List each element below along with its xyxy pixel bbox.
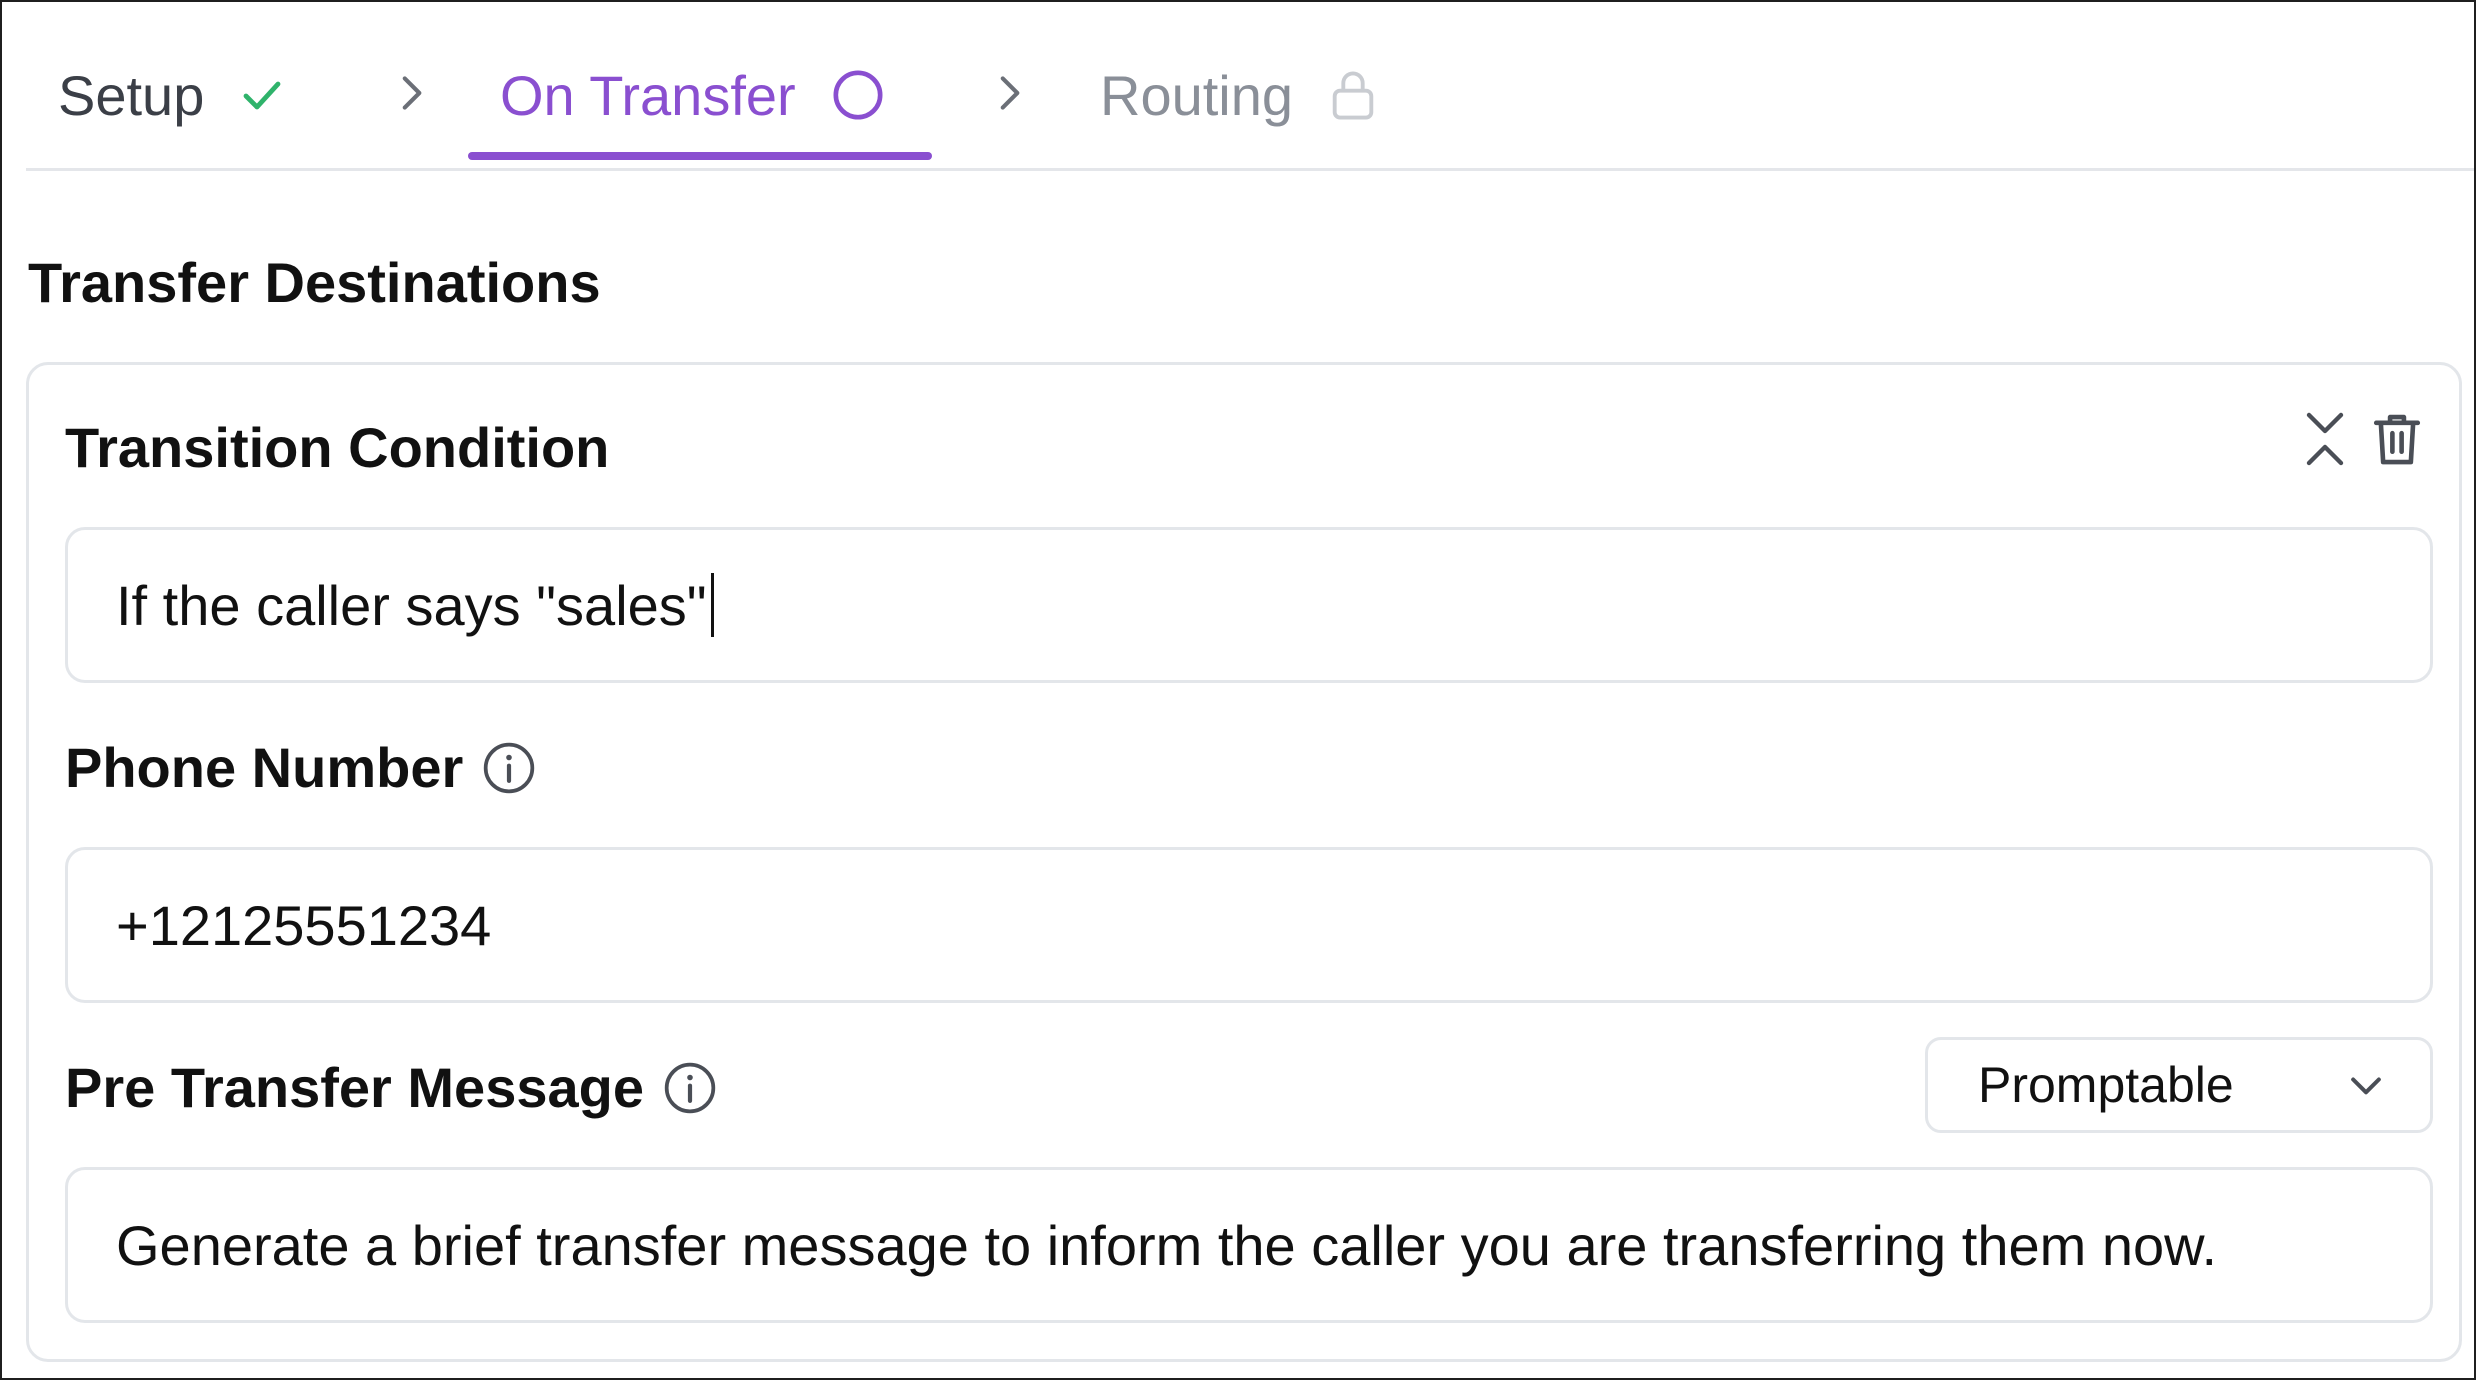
stepper: Setup On Transfer Routing	[26, 2, 2474, 171]
phone-number-label-text: Phone Number	[65, 736, 464, 799]
transfer-settings-panel: Setup On Transfer Routing Transfer Desti…	[0, 0, 2476, 1380]
step-routing[interactable]: Routing	[1100, 50, 1379, 140]
pre-transfer-message-value: Generate a brief transfer message to inf…	[116, 1213, 2218, 1277]
lock-icon	[1332, 71, 1374, 120]
active-step-indicator	[468, 152, 932, 160]
pre-transfer-message-label-text: Pre Transfer Message	[65, 1056, 644, 1119]
info-icon[interactable]	[662, 1060, 718, 1116]
phone-number-value: +12125551234	[116, 893, 492, 957]
trash-icon	[2373, 414, 2421, 465]
step-routing-label: Routing	[1100, 63, 1294, 127]
transition-condition-input[interactable]: If the caller says "sales"	[65, 527, 2433, 683]
card-actions	[2303, 409, 2425, 469]
step-on-transfer-label: On Transfer	[500, 63, 796, 127]
check-icon	[243, 81, 281, 110]
chevron-right-icon	[1000, 76, 1020, 110]
collapse-button[interactable]	[2303, 409, 2347, 469]
text-caret	[710, 573, 714, 637]
chevron-right-icon	[402, 76, 422, 110]
transition-condition-label-text: Transition Condition	[65, 416, 610, 479]
pre-transfer-message-label: Pre Transfer Message	[65, 1055, 718, 1120]
transition-condition-value: If the caller says "sales"	[116, 573, 707, 637]
phone-number-label: Phone Number	[65, 735, 537, 800]
step-on-transfer[interactable]: On Transfer	[500, 50, 886, 140]
info-icon[interactable]	[481, 740, 537, 796]
message-mode-value: Promptable	[1978, 1057, 2234, 1113]
circle-icon	[833, 70, 883, 120]
section-title: Transfer Destinations	[28, 251, 601, 314]
collapse-icon	[2306, 412, 2344, 466]
phone-number-input[interactable]: +12125551234	[65, 847, 2433, 1003]
transfer-destination-card: Transition Condition If the caller says …	[26, 362, 2462, 1362]
step-setup-label: Setup	[58, 63, 205, 127]
chevron-down-icon	[2351, 1077, 2381, 1095]
pre-transfer-message-input[interactable]: Generate a brief transfer message to inf…	[65, 1167, 2433, 1323]
step-setup[interactable]: Setup	[58, 50, 286, 140]
transition-condition-label: Transition Condition	[65, 415, 609, 480]
delete-button[interactable]	[2369, 409, 2425, 469]
message-mode-select[interactable]: Promptable	[1925, 1037, 2433, 1133]
